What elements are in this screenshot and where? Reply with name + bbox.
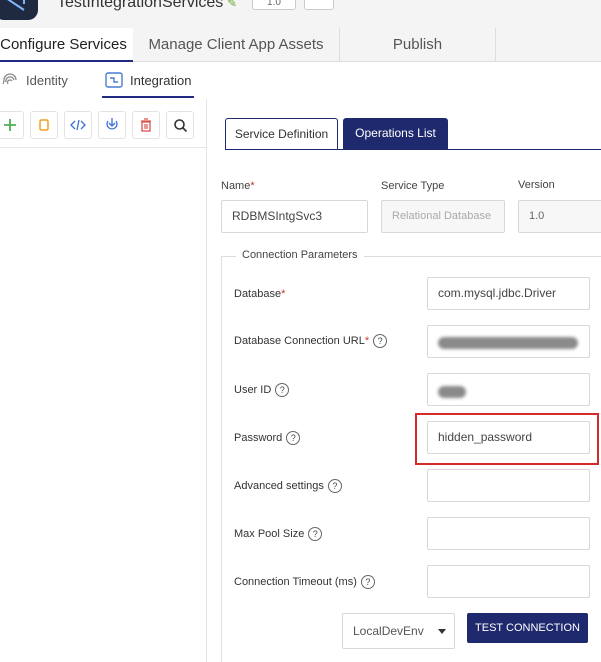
left-divider (0, 147, 207, 148)
fingerprint-icon (2, 73, 17, 85)
main-tabs: Configure Services Manage Client App Ass… (0, 28, 601, 62)
database-label: Database * (234, 288, 286, 300)
subtab-identity[interactable]: Identity (0, 70, 68, 90)
environment-select-value: LocalDevEnv (353, 624, 424, 638)
database-url-input[interactable] (427, 325, 590, 358)
app-logo (0, 0, 38, 20)
definition-tab-line (225, 149, 601, 150)
connection-parameters-legend: Connection Parameters (236, 249, 364, 261)
database-url-label: Database Connection URL * ? (234, 334, 388, 348)
redacted-url-value (438, 337, 578, 349)
version-input[interactable]: 1.0 (518, 200, 601, 233)
tab-operations-list[interactable]: Operations List (343, 118, 448, 149)
code-icon (70, 119, 86, 131)
connection-timeout-input[interactable] (427, 565, 590, 598)
advanced-settings-input[interactable] (427, 469, 590, 502)
app-title[interactable]: TestIntegrationServices (57, 0, 223, 12)
integration-icon (105, 72, 123, 88)
logo-icon (7, 0, 25, 11)
service-type-label: Service Type (381, 180, 445, 192)
top-header: TestIntegrationServices ✎ 1.0 (0, 0, 601, 28)
max-pool-size-label: Max Pool Size ? (234, 527, 323, 541)
help-icon[interactable]: ? (275, 383, 290, 397)
advanced-settings-label: Advanced settings ? (234, 479, 342, 493)
version-label: Version (518, 179, 555, 191)
service-type-input: Relational Database (381, 200, 505, 233)
tab-manage-client-app-assets[interactable]: Manage Client App Assets (133, 28, 340, 62)
search-icon (173, 118, 187, 132)
app-window: TestIntegrationServices ✎ 1.0 Configure … (0, 0, 601, 662)
version-dropdown[interactable]: 1.0 (252, 0, 296, 10)
test-connection-button[interactable]: TEST CONNECTION (467, 613, 588, 643)
search-services-button[interactable] (166, 111, 194, 139)
connection-timeout-label: Connection Timeout (ms) ? (234, 575, 375, 589)
subtab-integration-label: Integration (130, 72, 192, 88)
tab-service-definition[interactable]: Service Definition (225, 118, 338, 149)
code-view-button[interactable] (64, 111, 92, 139)
delete-service-button[interactable] (132, 111, 160, 139)
database-input[interactable]: com.mysql.jdbc.Driver (427, 277, 590, 310)
environment-select[interactable]: LocalDevEnv (342, 613, 455, 649)
delete-icon (141, 118, 151, 132)
help-icon[interactable]: ? (360, 575, 375, 589)
password-highlight-box (415, 413, 599, 465)
left-panel (0, 99, 207, 662)
import-service-button[interactable] (98, 111, 126, 139)
add-service-button[interactable] (0, 111, 24, 139)
copy-icon (39, 119, 49, 131)
max-pool-size-input[interactable] (427, 517, 590, 550)
redacted-userid-value (438, 386, 466, 398)
userid-label: User ID ? (234, 383, 290, 397)
sub-tabs: Identity Integration (0, 62, 221, 99)
tab-publish[interactable]: Publish (340, 28, 496, 62)
subtab-integration[interactable]: Integration (104, 70, 191, 90)
tab-configure-services[interactable]: Configure Services (0, 28, 133, 62)
service-name-input[interactable]: RDBMSIntgSvc3 (221, 200, 368, 233)
active-subtab-indicator (102, 96, 194, 98)
name-label: Name* (221, 180, 255, 192)
help-icon[interactable]: ? (286, 431, 301, 445)
password-label: Password ? (234, 431, 301, 445)
copy-service-button[interactable] (30, 111, 58, 139)
edit-pencil-icon[interactable]: ✎ (227, 0, 237, 10)
help-icon[interactable]: ? (327, 479, 342, 493)
subtab-identity-label: Identity (26, 72, 68, 88)
userid-input[interactable] (427, 373, 590, 406)
help-icon[interactable]: ? (308, 527, 323, 541)
chevron-down-icon (438, 629, 446, 634)
plus-icon (4, 119, 16, 131)
help-icon[interactable]: ? (373, 334, 388, 348)
more-options-button[interactable] (304, 0, 334, 10)
import-icon (106, 118, 118, 130)
